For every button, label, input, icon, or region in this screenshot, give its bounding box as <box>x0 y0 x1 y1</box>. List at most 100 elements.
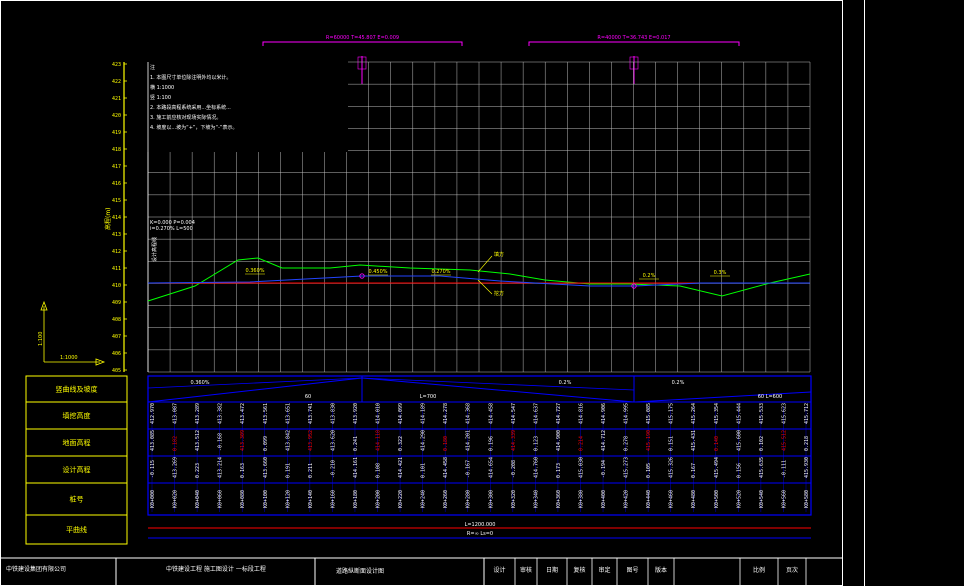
station-cell: K0+240 <box>421 490 427 508</box>
profile-annotation: i=0.270% L=500 <box>150 226 193 232</box>
slope-label: 0.2% <box>643 273 656 279</box>
title-cell: 设计 <box>493 566 505 574</box>
grade-value: 0.2% <box>672 380 685 386</box>
station-cell: 415.600 <box>736 430 742 451</box>
slope-label: 0.3% <box>714 270 727 276</box>
title-cell: 比例 <box>753 566 765 574</box>
profile-data-table: 竖曲线及坡度填挖高度地面高程设计高程桩号平曲线 0.360% 0.2% 0.2% 60 L… <box>25 375 812 545</box>
note-line: 竖 1:100 <box>150 94 171 101</box>
station-cell: -0.111 <box>781 460 787 478</box>
station-cell: 414.290 <box>421 430 427 451</box>
station-cell: 415.175 <box>669 403 675 424</box>
curve-label: R=40000 T=36.743 E=0.017 <box>597 35 670 41</box>
station-cell: 415.623 <box>781 403 787 424</box>
title-cell: 页次 <box>786 566 798 574</box>
station-cell: K0+440 <box>646 490 652 508</box>
station-cell: 414.900 <box>556 430 562 451</box>
grade-value: 0.2% <box>559 380 572 386</box>
station-cell: 0.101 <box>421 463 427 478</box>
grade-length: 60 <box>305 394 311 400</box>
station-cell: K0+100 <box>263 490 269 508</box>
scale-tick-label: 416 <box>112 181 121 187</box>
station-cell: 415.512 <box>781 430 787 451</box>
station-cell: 415.273 <box>624 457 630 478</box>
station-cell: 414.712 <box>601 430 607 451</box>
station-cell: 414.458 <box>443 457 449 478</box>
station-cell: 413.842 <box>285 430 291 451</box>
fill-tag: 填方 <box>494 251 504 258</box>
station-cell: K0+280 <box>466 490 472 508</box>
station-cell: K0+520 <box>736 490 742 508</box>
scale-tick-label: 422 <box>112 79 121 85</box>
station-cell: 0.163 <box>240 463 246 478</box>
cad-drawing-canvas[interactable]: R=60000 T=45.807 E=0.009 R=40000 T=36.743… <box>0 0 964 586</box>
curve-bracket <box>262 41 463 46</box>
profile-grid <box>147 61 811 373</box>
legend-v-scale: 1:100 <box>38 332 44 346</box>
title-cell: 版本 <box>655 566 667 574</box>
station-cell: -0.168 <box>218 433 224 451</box>
drawing-name: 道路纵断面设计图 <box>336 567 384 575</box>
station-cell: 0.191 <box>285 463 291 478</box>
station-cell: -0.208 <box>511 460 517 478</box>
station-cell: 414.339 <box>511 430 517 451</box>
station-cell: 415.444 <box>736 403 742 424</box>
station-cell: 413.087 <box>173 403 179 424</box>
station-cell: 414.161 <box>353 457 359 478</box>
station-cell: 414.189 <box>421 403 427 424</box>
station-cell: 0.105 <box>646 463 652 478</box>
station-cell: K0+120 <box>285 490 291 508</box>
row-label: 填挖高度 <box>63 411 91 420</box>
title-cell: 审核 <box>520 566 532 574</box>
station-cell: K0+200 <box>376 490 382 508</box>
note-line: 4. 坡度以...坡为“+”，下坡为“-”表示。 <box>150 124 237 131</box>
station-cell: K0+480 <box>691 490 697 508</box>
station-cell: K0+260 <box>443 490 449 508</box>
station-cell: 0.211 <box>308 463 314 478</box>
scale-tick-label: 419 <box>112 130 121 136</box>
grade-length: 60 L=600 <box>758 394 782 400</box>
leader-line <box>477 279 493 295</box>
station-cell: 0.214 <box>578 436 584 451</box>
scale-tick-label: 406 <box>112 351 121 357</box>
station-cell: K0+580 <box>804 490 810 508</box>
station-cell: 0.173 <box>556 463 562 478</box>
station-cell: 0.241 <box>353 436 359 451</box>
station-cell: -0.194 <box>601 460 607 478</box>
title-cell: 日期 <box>546 566 558 574</box>
station-cell: K0+060 <box>218 490 224 508</box>
station-cell: 0.156 <box>736 463 742 478</box>
scale-title: 高程(m) <box>104 207 112 230</box>
station-cell: 414.421 <box>398 457 404 478</box>
scale-tick-label: 418 <box>112 147 121 153</box>
station-cell: 413.085 <box>150 430 156 451</box>
design-notes: 注 1. 本图尺寸单位除注明外均以米计。 横 1:1000 竖 1:100 2. 本… <box>150 64 237 262</box>
station-cell: K0+000 <box>150 490 156 508</box>
station-cell: K0+040 <box>195 490 201 508</box>
station-cell: -0.210 <box>330 460 336 478</box>
station-cell: K0+540 <box>759 490 765 508</box>
scale-tick-label: 411 <box>112 266 121 272</box>
station-cell: 413.830 <box>330 403 336 424</box>
station-cell: 0.140 <box>714 436 720 451</box>
row-label: 竖曲线及坡度 <box>56 385 98 394</box>
station-cell: K0+140 <box>308 490 314 508</box>
slope-label: 0.360% <box>245 268 264 274</box>
note-line: 2. 本路段高程系统采用...坐标系统... <box>150 104 231 111</box>
title-block: 中铁建设集团有限公司 中铁建设工程 施工图设计 一标段工程 道路纵断面设计图 设计 审核… <box>0 557 842 586</box>
alignment-param: R=∞ Ls=0 <box>467 531 493 537</box>
station-cell: 413.952 <box>308 430 314 451</box>
station-cell: 415.712 <box>804 403 810 424</box>
row-label: 地面高程 <box>63 438 91 447</box>
station-cell: 414.099 <box>398 403 404 424</box>
scale-legend: 1:100 1:1000 <box>38 300 106 366</box>
station-cell: 415.264 <box>691 403 697 424</box>
station-cell: 414.637 <box>533 403 539 424</box>
grade-value: 0.360% <box>190 380 209 386</box>
station-cell: 414.727 <box>556 403 562 424</box>
scale-tick-label: 417 <box>112 164 121 170</box>
station-cell: 413.660 <box>263 457 269 478</box>
grade-length: L=700 <box>420 394 437 400</box>
station-cell: 414.278 <box>443 403 449 424</box>
station-cell: 414.654 <box>488 457 494 478</box>
